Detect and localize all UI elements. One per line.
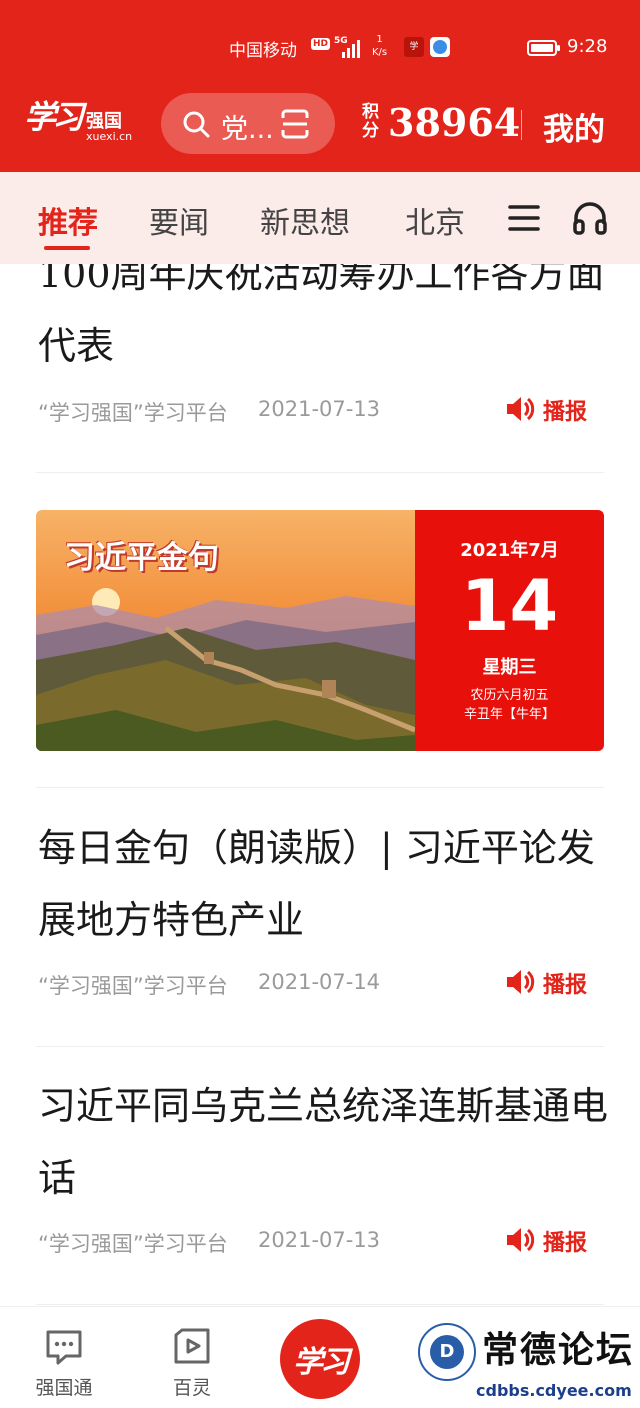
play-label: 播报 — [543, 1231, 588, 1256]
speed-unit: K/s — [372, 47, 388, 58]
calendar-year-month: 2021年7月 — [460, 540, 559, 561]
news-date: 2021-07-13 — [258, 1228, 381, 1252]
search-icon — [183, 111, 210, 138]
play-label: 播报 — [543, 400, 588, 425]
nav-item-qiangguotong[interactable]: 强国通 — [9, 1307, 119, 1408]
active-tab-indicator — [44, 246, 90, 250]
speaker-icon — [507, 397, 535, 421]
header-divider — [521, 110, 522, 140]
clock: 9:28 — [567, 36, 608, 57]
tab-recommend[interactable]: 推荐 — [38, 198, 98, 242]
carrier-name: 中国移动 — [229, 41, 297, 61]
bottom-nav: 强国通 百灵 学习 D 常德论坛 cdbbs.cdyee.com — [0, 1306, 640, 1408]
divider — [36, 472, 604, 473]
calendar-day: 14 — [460, 565, 559, 647]
banner-title: 习近平金句 — [64, 540, 219, 576]
headphones-icon[interactable] — [572, 200, 608, 236]
menu-icon[interactable] — [508, 203, 540, 233]
status-bar: 中国移动 HD 5G 1 K/s 学 9:28 — [0, 0, 640, 96]
nav-item-bailing[interactable]: 百灵 — [137, 1307, 247, 1408]
xuexi-notification-icon: 学 — [404, 37, 424, 57]
mine-button[interactable]: 我的 — [543, 104, 605, 149]
video-play-icon — [174, 1328, 210, 1364]
speed-value: 1 — [376, 34, 383, 45]
news-feed: 100周年庆祝活动筹办工作各方面代表 “学习强国”学习平台 2021-07-13… — [0, 264, 640, 1306]
tab-news[interactable]: 要闻 — [149, 198, 209, 242]
watermark-url: cdbbs.cdyee.com — [476, 1381, 632, 1400]
forum-watermark-logo: D — [418, 1323, 476, 1381]
calendar-panel: 2021年7月 14 星期三 农历六月初五 辛丑年【牛年】 — [415, 510, 604, 751]
news-date: 2021-07-13 — [258, 397, 381, 421]
news-title[interactable]: 习近平同乌克兰总统泽连斯基通电话 — [38, 1070, 608, 1214]
scan-icon[interactable] — [279, 108, 311, 140]
channel-tabs: 推荐 要闻 新思想 北京 — [0, 172, 640, 264]
app-header: 中国移动 HD 5G 1 K/s 学 9:28 学习 强国 xuexi.cn 党… — [0, 0, 640, 172]
speaker-icon — [507, 970, 535, 994]
speaker-icon — [507, 1228, 535, 1252]
search-hint: 党... — [221, 114, 274, 145]
points-label: 积分 — [362, 102, 379, 141]
news-title[interactable]: 每日金句（朗读版）| 习近平论发展地方特色产业 — [38, 812, 608, 956]
news-source: “学习强国”学习平台 — [38, 401, 228, 425]
browser-notification-icon — [430, 37, 450, 57]
chat-icon — [46, 1330, 82, 1365]
calendar-ganzhi-year: 辛丑年【牛年】 — [463, 707, 555, 722]
tab-new-thought[interactable]: 新思想 — [260, 198, 350, 242]
nav-label: 强国通 — [35, 1377, 93, 1399]
points-value[interactable]: 38964 — [388, 100, 520, 145]
signal-icon — [342, 40, 360, 58]
nav-label: 百灵 — [172, 1377, 211, 1399]
hd-badge: HD — [311, 38, 331, 50]
calendar-weekday: 星期三 — [482, 657, 537, 678]
divider — [36, 1046, 604, 1047]
divider — [36, 787, 604, 788]
network-speed: 1 K/s — [372, 33, 387, 59]
daily-quote-banner[interactable]: 习近平金句 2021年7月 14 星期三 农历六月初五 辛丑年【牛年】 — [36, 510, 604, 751]
news-source: “学习强国”学习平台 — [38, 974, 228, 998]
divider — [36, 1304, 604, 1305]
calendar-lunar-date: 农历六月初五 — [470, 688, 549, 703]
app-logo: 学习 强国 xuexi.cn — [24, 92, 144, 148]
study-center-label: 学习 — [293, 1345, 350, 1380]
logo-subtext: xuexi.cn — [86, 130, 133, 143]
news-title[interactable]: 100周年庆祝活动筹办工作各方面代表 — [38, 264, 608, 382]
logo-script: 学习 — [24, 98, 84, 136]
search-box[interactable]: 党... — [161, 93, 335, 154]
tab-beijing[interactable]: 北京 — [405, 198, 465, 242]
study-center-button[interactable]: 学习 — [280, 1319, 360, 1399]
battery-icon — [527, 40, 560, 56]
news-source: “学习强国”学习平台 — [38, 1232, 228, 1256]
news-date: 2021-07-14 — [258, 970, 381, 994]
play-label: 播报 — [543, 973, 588, 998]
watermark-title: 常德论坛 — [482, 1329, 635, 1371]
